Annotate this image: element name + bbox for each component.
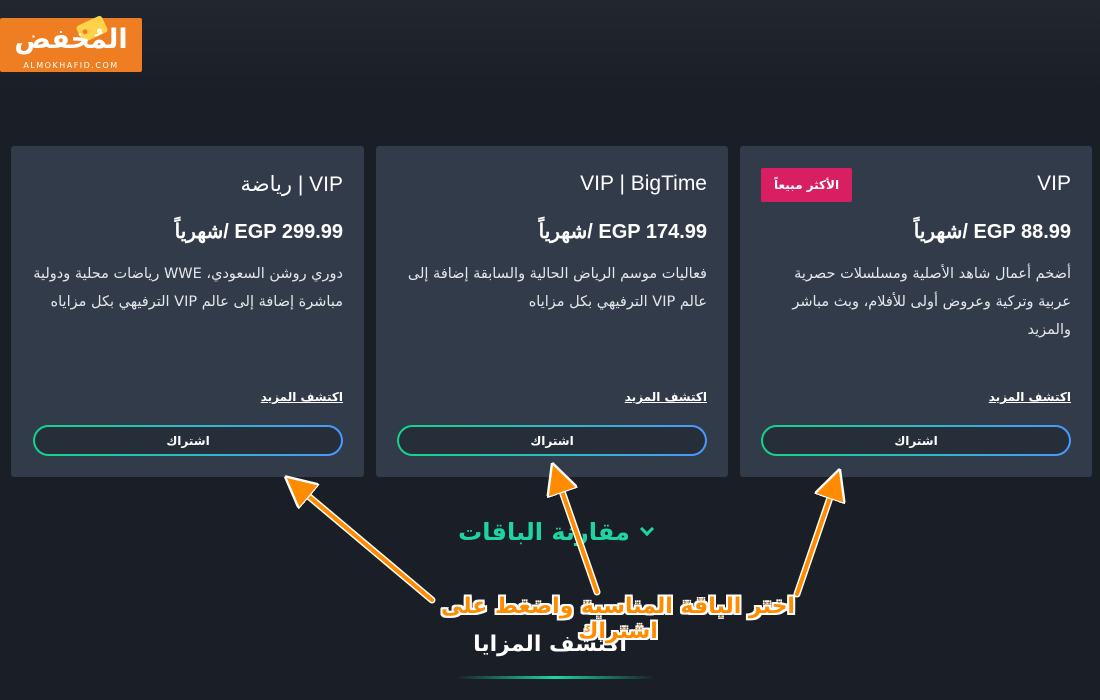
site-logo[interactable]: المُخفض ALMOKHAFID.COM [0,14,142,72]
plan-price: EGP 174.99 /شهرياً [538,221,707,243]
subscribe-button-label: اشتراك [763,427,1069,454]
compare-plans-label: مقارنة الباقات [458,518,630,546]
plan-title: VIP | BigTime [580,172,707,195]
chevron-down-icon [639,521,654,537]
arrow-to-sports-plan [294,484,436,604]
header-background [0,0,1100,90]
plan-price: EGP 88.99 /شهرياً [913,221,1071,243]
subscribe-button[interactable]: اشتراك [761,425,1071,456]
discover-more-link[interactable]: اكتشف المزيد [261,390,343,404]
subscribe-button-label: اشتراك [399,427,705,454]
subscribe-button[interactable]: اشتراك [397,425,707,456]
arrow-to-vip-plan [793,480,836,598]
logo-subtext: ALMOKHAFID.COM [23,61,119,70]
plan-description: دوري روشن السعودي، WWE رياضات محلية ودول… [33,266,343,310]
plan-card-vip-bigtime: VIP | BigTime EGP 174.99 /شهرياً فعاليات… [376,146,728,477]
logo-text: المُخفض [14,24,128,55]
plan-price: EGP 299.99 /شهرياً [174,221,343,243]
subscribe-button[interactable]: اشتراك [33,425,343,456]
plan-title: VIP | رياضة [240,173,343,196]
plan-title: VIP [1037,172,1071,195]
best-seller-badge: الأكثر مبيعاً [761,168,853,202]
discover-more-link[interactable]: اكتشف المزيد [989,390,1071,404]
plan-description: أضخم أعمال شاهد الأصلية ومسلسلات حصرية ع… [792,266,1071,338]
discover-more-link[interactable]: اكتشف المزيد [625,390,707,404]
subscribe-button-label: اشتراك [35,427,341,454]
plan-card-vip-sports: VIP | رياضة EGP 299.99 /شهرياً دوري روشن… [11,146,364,477]
plan-card-vip: VIP الأكثر مبيعاً EGP 88.99 /شهرياً أضخم… [740,146,1092,477]
discover-underline [455,676,655,679]
compare-plans-toggle[interactable]: مقارنة الباقات [440,512,670,552]
annotation-instruction: اختر الباقة المناسبة واضغط على اشتراك [441,594,795,644]
plan-description: فعاليات موسم الرياض الحالية والسابقة إضا… [407,266,707,310]
